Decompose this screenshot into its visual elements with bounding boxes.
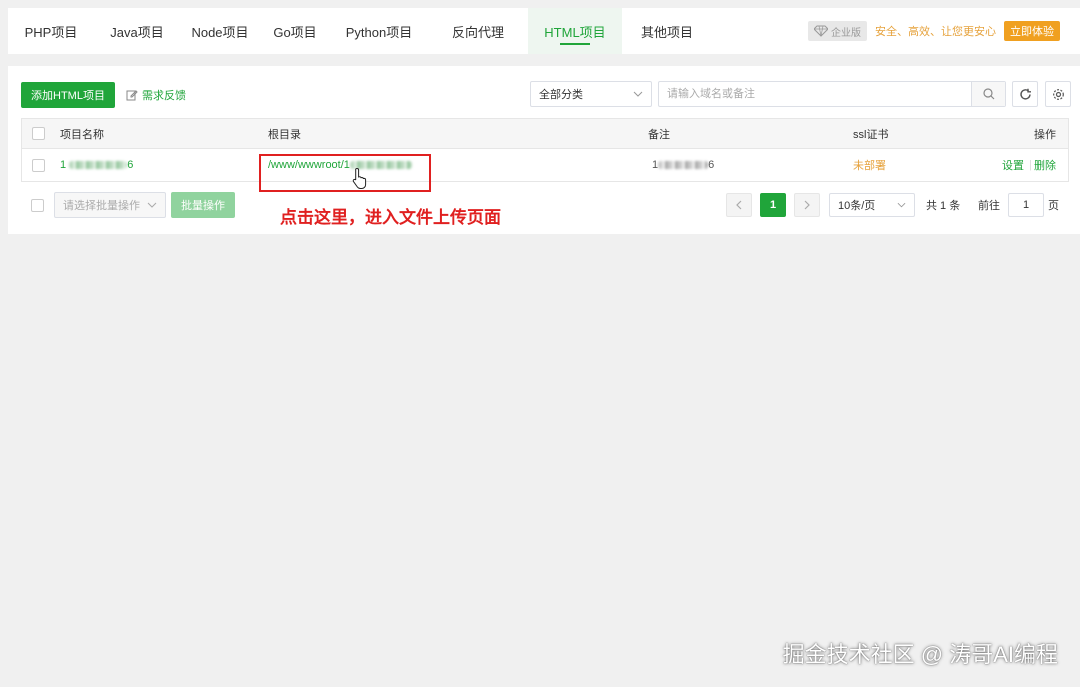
select-all-checkbox[interactable] bbox=[32, 127, 45, 140]
search-box bbox=[658, 81, 1006, 107]
tab-other[interactable]: 其他项目 bbox=[622, 8, 712, 54]
column-header-ops: 操作 bbox=[1034, 128, 1056, 141]
settings-button[interactable] bbox=[1045, 81, 1071, 107]
annotation-text: 点击这里，进入文件上传页面 bbox=[280, 208, 501, 227]
tab-html[interactable]: HTML项目 bbox=[528, 8, 622, 54]
total-count: 共 1 条 bbox=[926, 200, 961, 212]
tab-label: 反向代理 bbox=[451, 24, 504, 40]
chevron-right-icon bbox=[804, 200, 810, 210]
diamond-icon bbox=[814, 25, 828, 37]
search-button[interactable] bbox=[971, 82, 1005, 106]
tab-php[interactable]: PHP项目 bbox=[8, 8, 94, 54]
ssl-status[interactable]: 未部署 bbox=[853, 157, 886, 173]
watermark: 掘金技术社区 @ 涛哥AI编程 bbox=[782, 642, 1058, 667]
tab-label: PHP项目 bbox=[24, 24, 78, 40]
enterprise-badge-label: 企业版 bbox=[831, 27, 861, 39]
tab-node[interactable]: Node项目 bbox=[180, 8, 260, 54]
batch-operation-button[interactable]: 批量操作 bbox=[171, 192, 235, 218]
redacted-text bbox=[658, 161, 709, 170]
chevron-down-icon bbox=[147, 202, 157, 208]
page-size-select[interactable]: 10条/页 bbox=[829, 193, 915, 217]
redacted-text bbox=[69, 161, 128, 170]
project-name-suffix: 6 bbox=[127, 159, 134, 171]
tab-label: Go项目 bbox=[273, 24, 317, 40]
category-select-value: 全部分类 bbox=[539, 89, 583, 101]
chevron-left-icon bbox=[736, 200, 742, 210]
action-divider: | bbox=[1029, 159, 1032, 171]
table-header: 项目名称 根目录 备注 ssl证书 操作 bbox=[22, 119, 1068, 149]
column-header-ssl: ssl证书 bbox=[853, 128, 889, 141]
delete-action-link[interactable]: 删除 bbox=[1034, 157, 1056, 173]
chevron-down-icon bbox=[897, 202, 906, 208]
trial-button[interactable]: 立即体验 bbox=[1004, 21, 1060, 41]
settings-action-link[interactable]: 设置 bbox=[1002, 157, 1024, 173]
enterprise-slogan: 安全、高效、让您更安心 bbox=[875, 26, 996, 38]
tab-label: Java项目 bbox=[110, 24, 164, 40]
main-panel: 添加HTML项目 需求反馈 全部分类 项目名称 根目录 备注 ssl证书 操作 bbox=[8, 66, 1080, 234]
page-number-current[interactable]: 1 bbox=[760, 193, 786, 217]
tab-reverse-proxy[interactable]: 反向代理 bbox=[428, 8, 528, 54]
column-header-remark: 备注 bbox=[648, 128, 670, 141]
column-header-name: 项目名称 bbox=[60, 128, 104, 141]
edit-icon bbox=[126, 90, 138, 101]
chevron-down-icon bbox=[633, 91, 643, 97]
row-checkbox[interactable] bbox=[32, 158, 45, 172]
goto-page-input[interactable]: 1 bbox=[1008, 193, 1044, 217]
batch-operation-select[interactable]: 请选择批量操作 bbox=[54, 192, 166, 218]
feedback-label: 需求反馈 bbox=[142, 90, 186, 102]
tab-label: Python项目 bbox=[345, 24, 413, 40]
feedback-link[interactable]: 需求反馈 bbox=[126, 87, 186, 103]
project-table: 项目名称 根目录 备注 ssl证书 操作 1 6 /www/wwwroot/1 … bbox=[21, 118, 1069, 182]
remark-text: 16 bbox=[652, 159, 714, 171]
search-icon bbox=[982, 88, 994, 100]
tab-java[interactable]: Java项目 bbox=[94, 8, 180, 54]
project-name-prefix: 1 bbox=[60, 159, 67, 171]
project-type-tabbar: PHP项目 Java项目 Node项目 Go项目 Python项目 反向代理 H… bbox=[8, 8, 1080, 54]
footer-select-all-checkbox[interactable] bbox=[31, 199, 44, 212]
tab-label: 其他项目 bbox=[640, 24, 693, 40]
remark-suffix: 6 bbox=[708, 159, 715, 171]
tab-label: Node项目 bbox=[191, 24, 249, 40]
prev-page-button[interactable] bbox=[726, 193, 752, 217]
add-html-project-button[interactable]: 添加HTML项目 bbox=[21, 82, 115, 108]
batch-select-placeholder: 请选择批量操作 bbox=[63, 200, 140, 212]
gear-icon bbox=[1052, 88, 1064, 100]
refresh-icon bbox=[1019, 88, 1031, 100]
tab-python[interactable]: Python项目 bbox=[330, 8, 428, 54]
page-unit-label: 页 bbox=[1048, 200, 1059, 212]
tab-label: HTML项目 bbox=[544, 24, 606, 40]
goto-label: 前往 bbox=[978, 200, 1000, 212]
hand-cursor-icon bbox=[352, 167, 367, 189]
tab-go[interactable]: Go项目 bbox=[260, 8, 330, 54]
project-name-link[interactable]: 1 6 bbox=[60, 159, 133, 171]
enterprise-badge: 企业版 bbox=[808, 21, 867, 41]
annotation-highlight-box bbox=[259, 154, 431, 192]
search-input[interactable] bbox=[659, 82, 971, 106]
next-page-button[interactable] bbox=[794, 193, 820, 217]
table-row: 1 6 /www/wwwroot/1 16 未部署 设置 | 删除 bbox=[22, 149, 1068, 181]
refresh-button[interactable] bbox=[1012, 81, 1038, 107]
category-select[interactable]: 全部分类 bbox=[530, 81, 652, 107]
page-size-value: 10条/页 bbox=[838, 200, 876, 212]
column-header-root: 根目录 bbox=[268, 128, 301, 141]
enterprise-promo: 企业版 安全、高效、让您更安心 立即体验 bbox=[808, 20, 1060, 42]
